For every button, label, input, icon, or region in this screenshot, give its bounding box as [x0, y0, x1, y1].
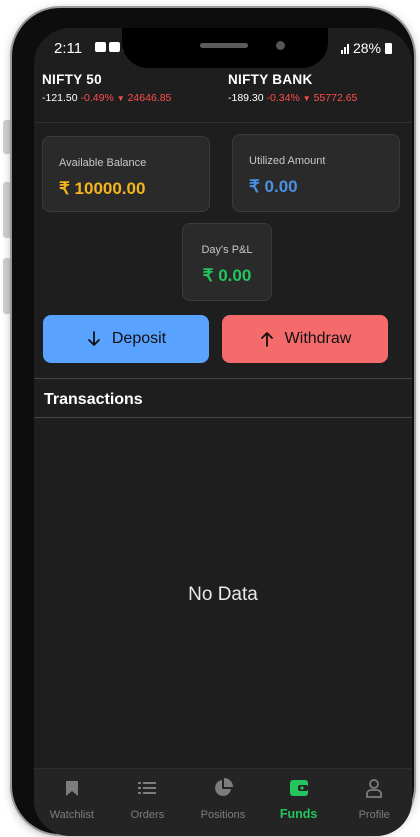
nav-label: Funds — [279, 807, 318, 821]
ticker-quote: -121.50 -0.49% ▼ 24646.85 — [42, 92, 171, 104]
days-pnl-value: ₹ 0.00 — [202, 266, 252, 285]
divider — [34, 378, 412, 379]
side-button-1 — [3, 120, 11, 154]
pie-chart-icon — [213, 777, 233, 799]
ticker-name: NIFTY 50 — [42, 72, 102, 87]
wallet-icon — [289, 777, 309, 799]
status-time: 2:11 — [54, 40, 83, 57]
phone-frame: 2:11 28% NIFTY 50 -121.50 -0.49% ▼ 24646… — [12, 8, 414, 836]
nav-positions[interactable]: Positions — [187, 769, 259, 836]
camera-notch — [122, 28, 328, 68]
utilized-amount-card: Utilized Amount ₹ 0.00 — [232, 134, 400, 212]
list-icon — [138, 777, 157, 799]
status-bar: 2:11 28% — [34, 28, 412, 68]
camera-icon — [276, 41, 285, 50]
nav-label: Orders — [130, 809, 165, 821]
nav-label: Watchlist — [49, 809, 94, 821]
nav-funds[interactable]: Funds — [263, 769, 335, 836]
bottom-nav: Watchlist Orders Positions Funds Profile — [34, 768, 412, 836]
user-icon — [365, 777, 383, 799]
battery-icon — [385, 42, 392, 54]
battery-percent: 28% — [352, 40, 381, 56]
index-ticker: NIFTY 50 -121.50 -0.49% ▼ 24646.85 NIFTY… — [34, 72, 412, 123]
deposit-button[interactable]: Deposit — [43, 315, 209, 363]
ticker-price: 55772.65 — [313, 92, 358, 104]
arrow-up-icon — [260, 332, 273, 347]
days-pnl-card: Day's P&L ₹ 0.00 — [182, 223, 272, 301]
ticker-percent: -0.49% — [80, 92, 114, 104]
available-balance-card: Available Balance ₹ 10000.00 — [42, 136, 210, 212]
nav-label: Profile — [358, 809, 390, 821]
nav-orders[interactable]: Orders — [111, 769, 183, 836]
transactions-heading: Transactions — [44, 391, 143, 408]
status-right: 28% — [340, 40, 392, 56]
down-arrow-icon: ▼ — [116, 94, 125, 103]
withdraw-button[interactable]: Withdraw — [222, 315, 388, 363]
ticker-change: -189.30 — [228, 92, 264, 104]
nav-watchlist[interactable]: Watchlist — [36, 769, 108, 836]
ticker-percent: -0.34% — [266, 92, 300, 104]
signal-icon — [340, 43, 349, 54]
deposit-label: Deposit — [111, 330, 167, 347]
utilized-amount-value: ₹ 0.00 — [249, 177, 298, 196]
image-icon — [95, 42, 106, 52]
down-arrow-icon: ▼ — [302, 94, 311, 103]
utilized-amount-label: Utilized Amount — [249, 155, 326, 167]
available-balance-value: ₹ 10000.00 — [59, 179, 146, 198]
ticker-price: 24646.85 — [127, 92, 172, 104]
withdraw-label: Withdraw — [284, 330, 352, 347]
gallery-icon — [109, 42, 120, 52]
nav-profile[interactable]: Profile — [338, 769, 410, 836]
bookmark-icon — [65, 777, 79, 799]
side-button-3 — [3, 258, 11, 314]
ticker-name: NIFTY BANK — [228, 72, 313, 87]
divider — [34, 417, 412, 418]
speaker-grille — [200, 43, 248, 48]
ticker-change: -121.50 — [42, 92, 78, 104]
available-balance-label: Available Balance — [59, 157, 147, 169]
days-pnl-label: Day's P&L — [201, 244, 253, 256]
ticker-nifty-50[interactable]: NIFTY 50 -121.50 -0.49% ▼ 24646.85 — [42, 72, 171, 104]
app-screen: 2:11 28% NIFTY 50 -121.50 -0.49% ▼ 24646… — [34, 28, 412, 836]
arrow-down-icon — [87, 331, 100, 346]
ticker-quote: -189.30 -0.34% ▼ 55772.65 — [228, 92, 357, 104]
nav-label: Positions — [200, 809, 246, 821]
ticker-nifty-bank[interactable]: NIFTY BANK -189.30 -0.34% ▼ 55772.65 — [228, 72, 357, 104]
side-button-2 — [3, 182, 11, 238]
empty-state-text: No Data — [188, 584, 258, 605]
